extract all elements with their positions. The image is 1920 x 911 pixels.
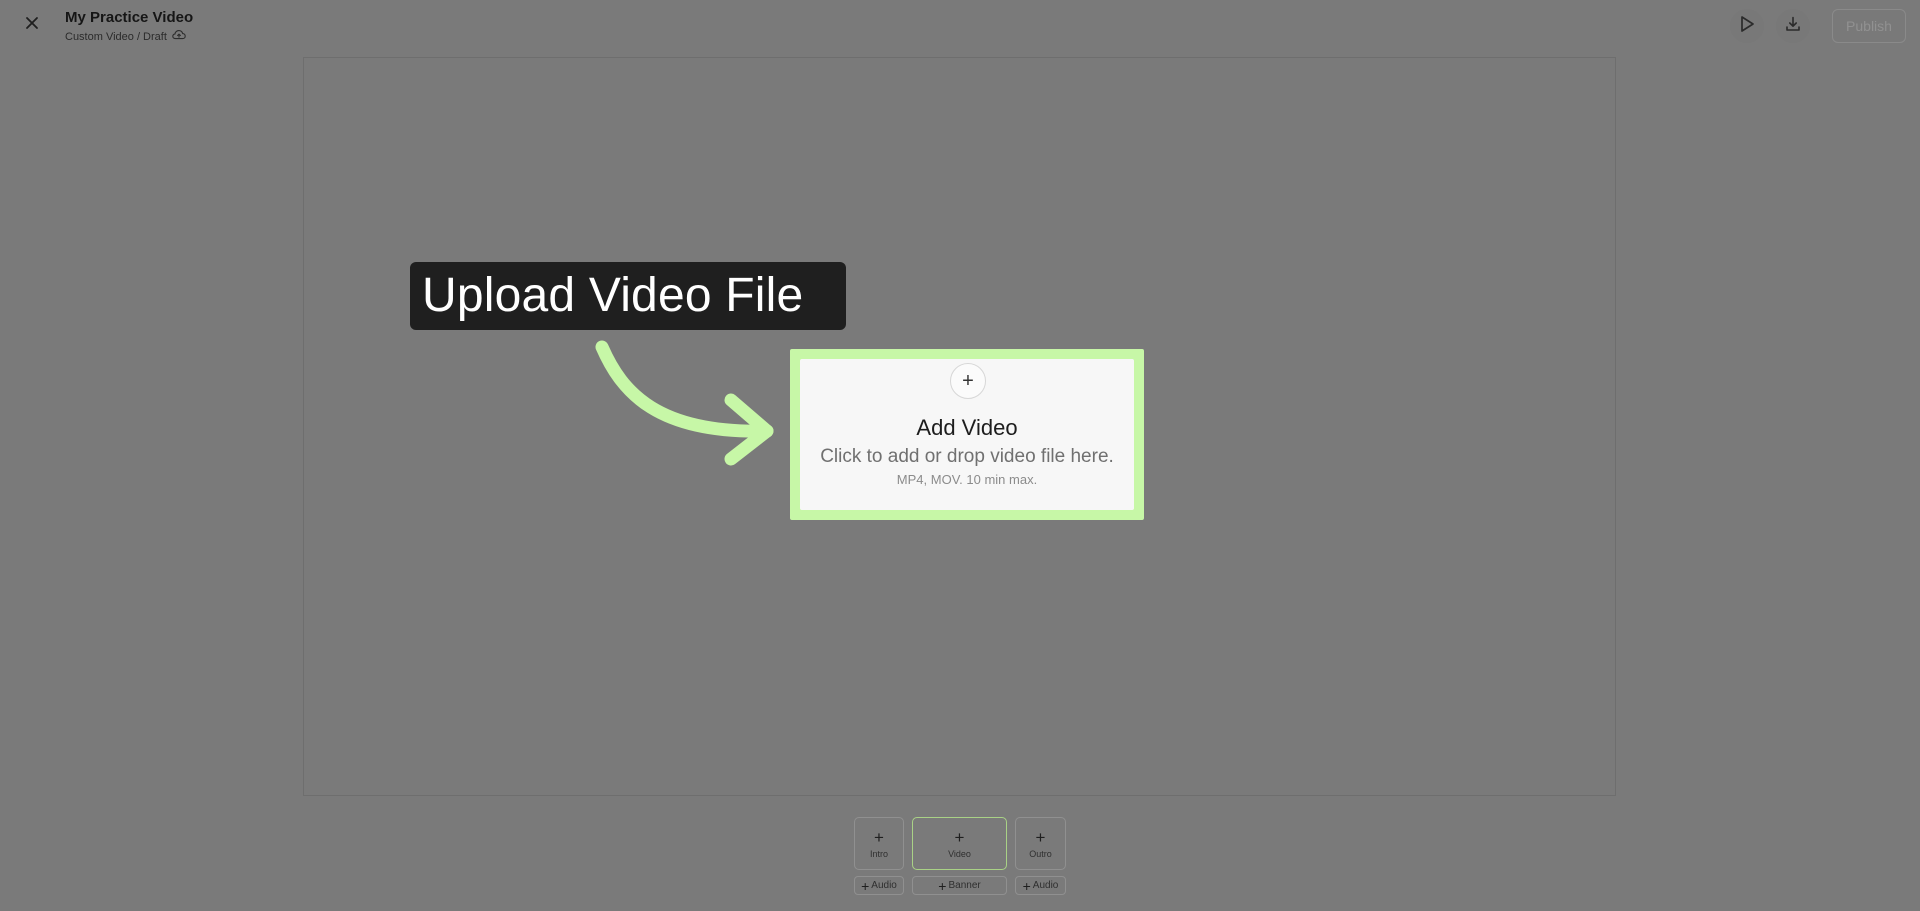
track-label: Audio: [1032, 880, 1059, 891]
outro-segment[interactable]: + Outro: [1015, 817, 1066, 870]
play-icon: [1738, 14, 1756, 39]
outro-audio-track[interactable]: + Audio: [1015, 876, 1066, 895]
video-title-block: My Practice Video Custom Video / Draft: [65, 10, 193, 45]
play-button[interactable]: [1730, 9, 1764, 43]
plus-icon: +: [874, 827, 884, 847]
close-icon: [24, 15, 40, 36]
top-bar: My Practice Video Custom Video / Draft P…: [0, 0, 1920, 50]
page-title: My Practice Video: [65, 9, 194, 26]
upload-callout: Upload Video File: [410, 262, 846, 330]
callout-arrow-icon: [595, 340, 774, 466]
download-button[interactable]: [1776, 9, 1810, 43]
upload-description: Click to add or drop video file here.: [820, 446, 1114, 467]
cloud-sync-icon: [172, 29, 186, 45]
download-icon: [1784, 15, 1802, 38]
track-label: Banner: [948, 880, 981, 891]
breadcrumb: Custom Video / Draft: [65, 29, 193, 45]
close-button[interactable]: [20, 13, 44, 37]
track-label: Audio: [871, 880, 897, 891]
upload-highlight: + Add Video Click to add or drop video f…: [790, 349, 1144, 520]
plus-icon: +: [1035, 827, 1046, 847]
plus-icon: +: [938, 877, 947, 894]
plus-icon: +: [954, 827, 965, 847]
plus-icon: +: [861, 877, 870, 894]
intro-segment[interactable]: + Intro: [854, 817, 904, 870]
video-upload-dropzone[interactable]: + Add Video Click to add or drop video f…: [800, 359, 1134, 510]
upload-title: Add Video: [916, 415, 1018, 440]
plus-icon: +: [962, 370, 974, 392]
publish-button[interactable]: Publish: [1832, 9, 1906, 43]
segment-label: Video: [948, 848, 971, 859]
video-segment[interactable]: + Video: [912, 817, 1007, 870]
segment-label: Outro: [1029, 848, 1052, 859]
segment-label: Intro: [869, 848, 888, 859]
add-video-button[interactable]: +: [950, 363, 986, 399]
banner-track[interactable]: + Banner: [912, 876, 1007, 895]
intro-audio-track[interactable]: + Audio: [854, 876, 904, 895]
plus-icon: +: [1022, 877, 1031, 894]
upload-format-note: MP4, MOV. 10 min max.: [896, 472, 1038, 487]
breadcrumb-text: Custom Video / Draft: [65, 30, 167, 43]
